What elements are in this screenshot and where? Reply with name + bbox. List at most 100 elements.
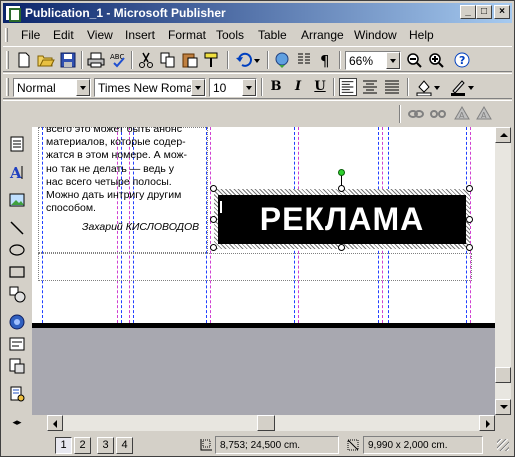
publication-workspace[interactable]: всего это может быть анонс материалов, к…	[32, 127, 495, 415]
resize-handle-n[interactable]	[338, 185, 345, 192]
style-dropdown-arrow[interactable]	[76, 79, 90, 96]
menu-table[interactable]: Table	[258, 28, 287, 42]
horizontal-scrollbar[interactable]	[47, 415, 495, 431]
html-code-fragment-icon[interactable]	[8, 357, 26, 375]
menu-grip[interactable]	[5, 28, 8, 42]
underline-button[interactable]: U	[311, 78, 329, 96]
resize-handle-sw[interactable]	[210, 244, 217, 251]
resize-grip[interactable]	[497, 439, 509, 451]
resize-handle-e[interactable]	[466, 216, 473, 223]
page-button-3[interactable]: 3	[97, 437, 114, 454]
publisher-app-icon[interactable]	[5, 5, 21, 22]
italic-button[interactable]: I	[289, 78, 307, 96]
font-size-dropdown-arrow[interactable]	[242, 79, 256, 96]
font-size-combo[interactable]: 10	[209, 78, 257, 97]
rectangle-icon[interactable]	[8, 263, 26, 281]
style-combo[interactable]: Normal	[13, 78, 91, 97]
paste-icon[interactable]	[181, 51, 199, 69]
toolbar-grip[interactable]	[6, 51, 9, 69]
vertical-scrollbar[interactable]	[495, 127, 511, 415]
title-bar[interactable]: Publication_1 - Microsoft Publisher _ □ …	[3, 3, 512, 23]
article-author[interactable]: Захарий КИСЛОВОДОВ	[82, 221, 199, 233]
design-gallery-icon[interactable]	[8, 385, 26, 403]
undo-icon[interactable]	[235, 51, 253, 69]
oval-icon[interactable]	[8, 241, 26, 259]
resize-handle-nw[interactable]	[210, 185, 217, 192]
next-text-box-icon[interactable]: A	[475, 105, 493, 123]
line-color-icon[interactable]	[449, 78, 467, 96]
menu-view[interactable]: View	[87, 28, 113, 42]
open-icon[interactable]	[37, 51, 55, 69]
new-icon[interactable]	[15, 51, 33, 69]
unlink-text-box-icon[interactable]	[429, 105, 447, 123]
article-body-text[interactable]: всего это может быть анонс материалов, к…	[46, 127, 206, 215]
menu-tools[interactable]: Tools	[216, 28, 244, 42]
align-center-icon[interactable]	[361, 78, 379, 96]
copy-icon[interactable]	[159, 51, 177, 69]
toolbar-grip[interactable]	[6, 78, 9, 96]
menu-format[interactable]: Format	[168, 28, 206, 42]
format-painter-icon[interactable]	[203, 51, 221, 69]
window-title: Publication_1 - Microsoft Publisher	[25, 6, 226, 20]
close-button[interactable]: ×	[494, 5, 510, 19]
insert-hyperlink-icon[interactable]	[273, 51, 291, 69]
font-dropdown-arrow[interactable]	[191, 79, 205, 96]
zoom-combo[interactable]: 66%	[345, 51, 401, 70]
form-control-icon[interactable]	[8, 335, 26, 353]
advertisement-text[interactable]: РЕКЛАМА	[218, 195, 466, 244]
cut-icon[interactable]	[137, 51, 155, 69]
menu-help[interactable]: Help	[409, 28, 434, 42]
align-left-icon[interactable]	[339, 78, 357, 96]
save-icon[interactable]	[59, 51, 77, 69]
minimize-button[interactable]: _	[460, 5, 476, 19]
menu-edit[interactable]: Edit	[53, 28, 74, 42]
zoom-in-icon[interactable]	[427, 51, 445, 69]
advertisement-frame[interactable]: РЕКЛАМА	[214, 189, 470, 249]
fill-color-dropdown-arrow[interactable]	[433, 78, 441, 96]
rotation-handle[interactable]	[338, 169, 345, 176]
toolbar-separator	[227, 51, 229, 69]
scroll-right-button[interactable]	[479, 415, 495, 431]
picture-frame-icon[interactable]	[8, 191, 26, 209]
justify-icon[interactable]	[383, 78, 401, 96]
scroll-up-button[interactable]	[495, 127, 511, 143]
toolbar-separator	[399, 105, 401, 123]
line-icon[interactable]	[8, 219, 26, 237]
font-combo[interactable]: Times New Roman	[94, 78, 206, 97]
select-objects-icon[interactable]	[8, 135, 26, 153]
menu-file[interactable]: File	[21, 28, 40, 42]
resize-handle-w[interactable]	[210, 216, 217, 223]
bold-button[interactable]: B	[267, 78, 285, 96]
resize-handle-ne[interactable]	[466, 185, 473, 192]
text-box-icon[interactable]: A	[8, 163, 26, 181]
scroll-down-button[interactable]	[495, 399, 511, 415]
resize-handle-s[interactable]	[338, 244, 345, 251]
show-paragraph-marks-icon[interactable]: ¶	[317, 51, 335, 69]
scroll-left-button[interactable]	[47, 415, 63, 431]
menu-arrange[interactable]: Arrange	[301, 28, 344, 42]
maximize-button[interactable]: □	[476, 5, 492, 19]
autoshapes-icon[interactable]	[8, 285, 26, 303]
hot-spot-icon[interactable]	[8, 313, 26, 331]
page-button-2[interactable]: 2	[74, 437, 91, 454]
line-color-dropdown-arrow[interactable]	[467, 78, 475, 96]
print-icon[interactable]	[87, 51, 105, 69]
link-text-box-icon[interactable]	[407, 105, 425, 123]
previous-text-box-icon[interactable]: A	[453, 105, 471, 123]
page-button-4[interactable]: 4	[116, 437, 133, 454]
spelling-icon[interactable]: ABC	[109, 51, 127, 69]
columns-icon[interactable]	[295, 51, 313, 69]
menu-insert[interactable]: Insert	[125, 28, 155, 42]
page-button-1[interactable]: 1	[55, 437, 72, 454]
zoom-out-icon[interactable]	[405, 51, 423, 69]
vertical-scroll-thumb[interactable]	[495, 367, 511, 383]
horizontal-scroll-thumb[interactable]	[257, 415, 275, 431]
zoom-dropdown-arrow[interactable]	[386, 52, 400, 69]
fill-color-icon[interactable]	[415, 78, 433, 96]
resize-handle-se[interactable]	[466, 244, 473, 251]
publication-page[interactable]: всего это может быть анонс материалов, к…	[32, 127, 495, 327]
help-icon[interactable]: ?	[453, 51, 471, 69]
zoom-value: 66%	[349, 54, 374, 68]
menu-window[interactable]: Window	[354, 28, 397, 42]
undo-dropdown-arrow[interactable]	[253, 51, 261, 69]
